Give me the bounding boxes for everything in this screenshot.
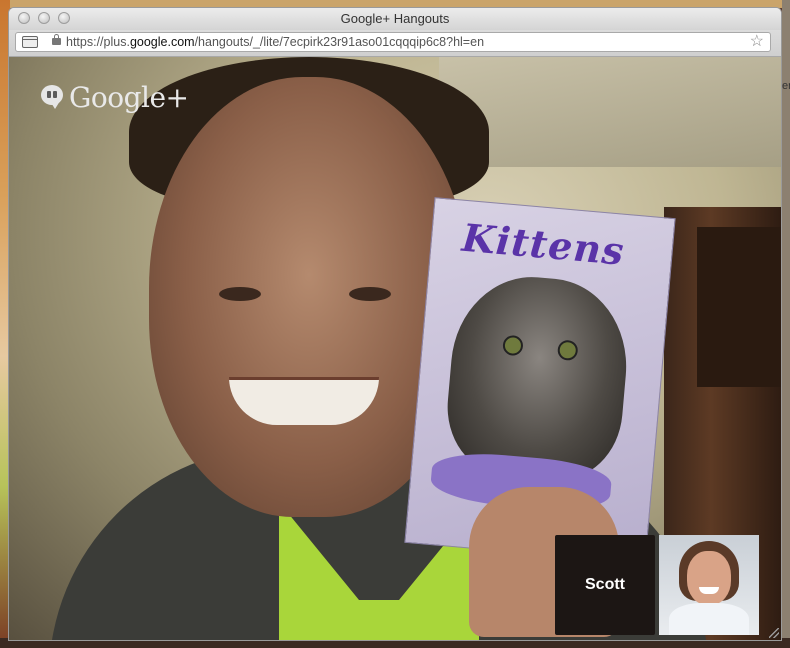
url-text[interactable]: https://plus.google.com/hangouts/_/lite/…	[66, 35, 484, 49]
person-eye-right	[349, 287, 391, 301]
brand-text: Google+	[69, 81, 189, 114]
kitten-eye-right	[556, 339, 579, 362]
url-prefix: https://plus.	[66, 35, 130, 49]
browser-toolbar: https://plus.google.com/hangouts/_/lite/…	[9, 30, 781, 57]
hangouts-icon	[41, 84, 63, 111]
desktop-edge-text: er	[782, 80, 790, 92]
kitten-photo	[441, 270, 634, 486]
url-path: /hangouts/_/lite/7ecpirk23r91aso01cqqqip…	[194, 35, 485, 49]
lock-icon[interactable]	[52, 34, 61, 45]
desktop-background-right: er	[782, 0, 790, 648]
room-ceiling	[439, 57, 781, 167]
self-view-shirt	[669, 603, 749, 635]
google-plus-brand: Google+	[41, 81, 189, 114]
url-host: google.com	[129, 35, 195, 49]
address-bar[interactable]: https://plus.google.com/hangouts/_/lite/…	[15, 32, 771, 52]
main-video-feed[interactable]: Kittens Google+ Scott	[9, 57, 781, 640]
self-view-face	[687, 551, 731, 605]
window-resize-grip[interactable]	[769, 628, 779, 638]
kitten-eye-left	[502, 334, 524, 357]
book-title: Kittens	[460, 214, 627, 274]
bookmark-star-icon[interactable]: ☆	[750, 33, 764, 51]
page-icon[interactable]	[22, 36, 38, 48]
title-bar[interactable]: Google+ Hangouts	[9, 8, 781, 30]
desktop-background-top	[0, 0, 790, 8]
participant-tile-scott[interactable]: Scott	[555, 535, 655, 635]
person-eye-left	[219, 287, 261, 301]
window-title: Google+ Hangouts	[340, 11, 450, 26]
participant-name: Scott	[585, 576, 625, 593]
browser-window: Google+ Hangouts https://plus.google.com…	[9, 8, 781, 640]
wardrobe-shelf	[697, 227, 781, 387]
participant-tile-self-view[interactable]	[659, 535, 759, 635]
